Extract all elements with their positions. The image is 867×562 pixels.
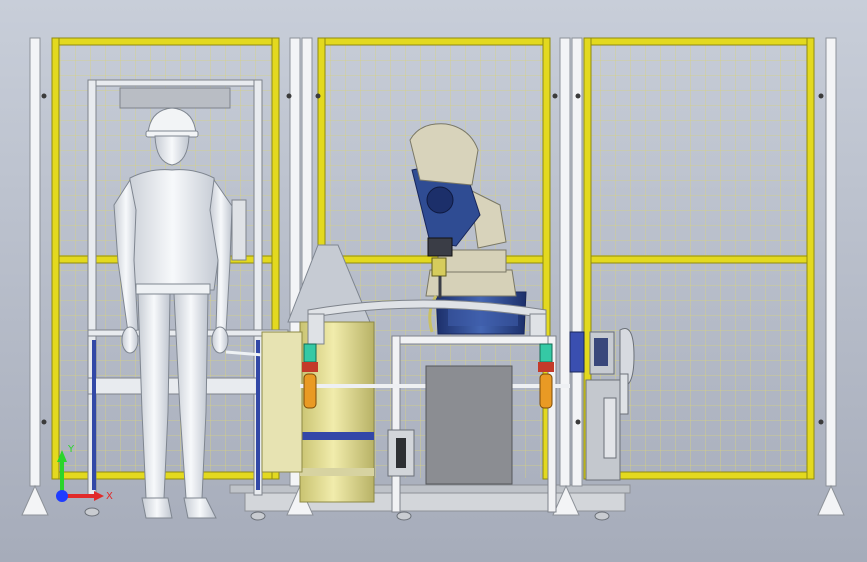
cad-scene: Y X xyxy=(0,0,867,562)
cad-viewport[interactable]: Y X xyxy=(0,0,867,562)
axis-label-y: Y xyxy=(67,444,75,455)
wire-feeder[interactable] xyxy=(387,429,415,477)
drum-side-box xyxy=(261,331,303,473)
right-clamp[interactable] xyxy=(538,343,554,409)
left-clamp[interactable] xyxy=(302,343,318,409)
axis-label-x: X xyxy=(106,491,113,502)
